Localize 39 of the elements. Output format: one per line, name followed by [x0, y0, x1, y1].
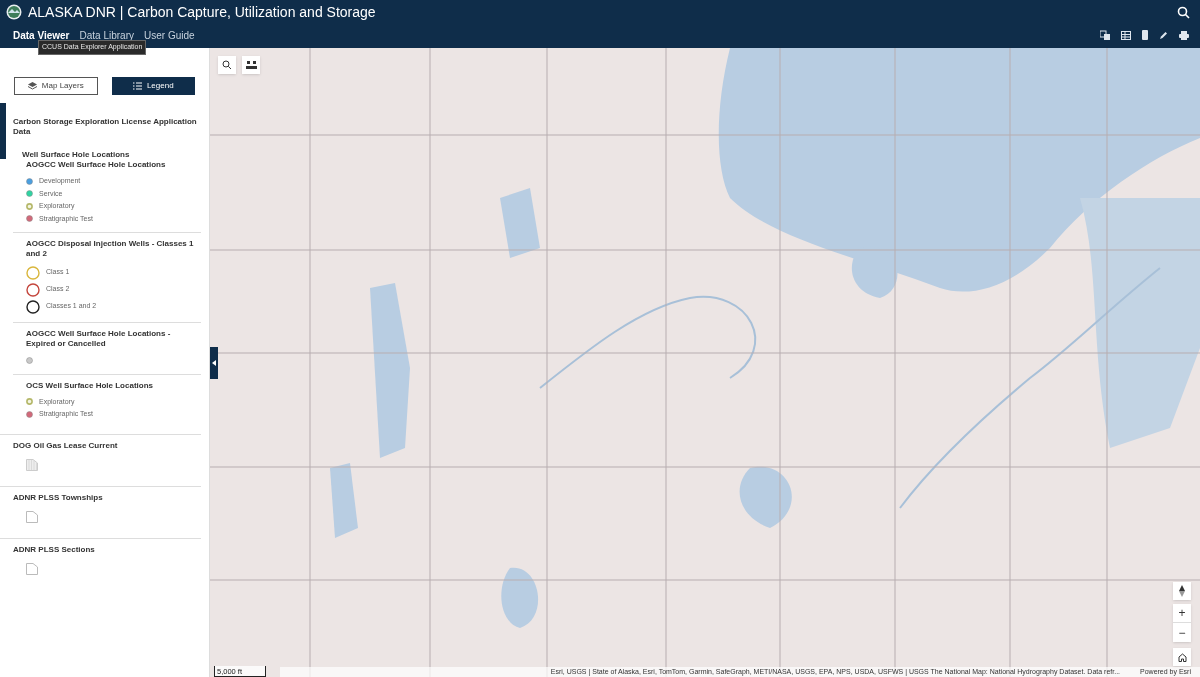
legend-heading: DOG Oil Gas Lease Current — [13, 440, 119, 451]
legend-heading: Carbon Storage Exploration License Application Data — [13, 117, 198, 137]
panel-tab[interactable]: Map Layers — [14, 77, 98, 95]
legend-heading: Well Surface Hole Locations — [21, 149, 131, 160]
pencil-icon[interactable] — [1159, 30, 1168, 40]
hatched-area-symbol-icon — [26, 458, 38, 471]
print-icon[interactable] — [1179, 30, 1189, 40]
caret-icon — [212, 360, 216, 366]
share-icon[interactable] — [1100, 30, 1110, 40]
search-icon[interactable] — [1177, 5, 1190, 19]
compass-icon — [1179, 585, 1185, 597]
basemap-icon — [245, 60, 257, 70]
zoom-out-button[interactable]: − — [1173, 623, 1191, 642]
nav-tab[interactable]: Data Viewer — [13, 27, 70, 43]
panel-tab[interactable]: Legend — [111, 77, 195, 95]
outline-area-symbol-icon — [26, 562, 38, 575]
search-button[interactable] — [218, 56, 236, 74]
legend-heading: AOGCC Well Surface Hole Locations — [25, 160, 167, 170]
active-indicator — [0, 103, 6, 159]
home-icon — [1177, 652, 1187, 662]
legend-heading: OCS Well Surface Hole Locations — [25, 380, 154, 391]
outline-area-symbol-icon — [26, 510, 38, 523]
table-icon[interactable] — [1121, 30, 1131, 40]
app-title: ALASKA DNR | Carbon Capture, Utilization and Storage — [28, 2, 376, 22]
layers-icon — [27, 82, 37, 90]
nav-tab[interactable]: Data Library — [79, 27, 134, 43]
home-button[interactable] — [1173, 648, 1191, 666]
search-icon — [222, 60, 232, 70]
logo-icon — [6, 4, 22, 20]
basemap-button[interactable] — [242, 56, 260, 74]
legend-heading: AOGCC Disposal Injection Wells - Classes 1 and 2 — [25, 239, 195, 259]
nav-tab[interactable]: User Guide — [144, 27, 195, 43]
legend-heading: ADNR PLSS Townships — [13, 492, 104, 503]
collapse-handle[interactable] — [210, 347, 218, 379]
legend-heading: AOGCC Well Surface Hole Locations - Expired or Cancelled — [25, 329, 172, 349]
legend-heading: ADNR PLSS Sections — [13, 544, 96, 555]
list-icon — [132, 82, 142, 90]
compass-button[interactable] — [1173, 582, 1191, 600]
zoom-in-button[interactable]: + — [1173, 604, 1191, 623]
